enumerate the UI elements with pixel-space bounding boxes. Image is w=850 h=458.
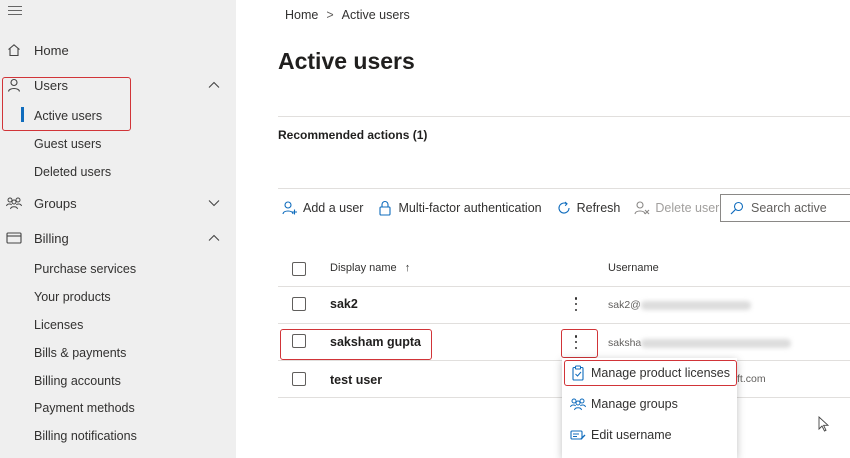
chevron-up-icon[interactable] [207,231,221,245]
chevron-down-icon[interactable] [207,196,221,210]
add-person-icon [282,200,298,216]
column-display-name-label: Display name [330,262,397,274]
column-username[interactable]: Username [608,262,659,274]
sidebar: Home Users Active users Guest users Dele… [0,0,236,458]
lock-icon [377,200,393,216]
home-icon [6,42,22,58]
highlight-box-users [2,77,131,131]
sidebar-item-groups[interactable]: Groups [0,189,236,217]
table-row-name[interactable]: test user [330,373,382,387]
page-title: Active users [278,48,415,74]
divider [278,116,850,117]
redacted-text [640,300,751,310]
sidebar-item-guest-users[interactable]: Guest users [34,134,101,154]
column-display-name[interactable]: Display name ↑ [330,262,410,274]
table-row-username: saksha [608,337,792,349]
sidebar-item-purchase-services[interactable]: Purchase services [34,259,136,279]
more-options-icon[interactable] [572,296,580,312]
chevron-up-icon[interactable] [207,78,221,92]
breadcrumb-home[interactable]: Home [285,8,318,22]
groups-icon [570,396,586,412]
sort-arrow-icon: ↑ [404,262,411,274]
table-row-username: ft.com [737,373,766,385]
search-icon [729,200,745,216]
mfa-button[interactable]: Multi-factor authentication [377,200,542,216]
breadcrumb-separator: > [326,8,334,22]
divider [278,286,850,287]
menu-item-manage-groups[interactable]: Manage groups [562,389,737,419]
sidebar-item-billing[interactable]: Billing [0,224,236,252]
row-checkbox[interactable] [292,372,306,386]
table-row-username: sak2@ [608,299,751,311]
search-placeholder: Search active [751,201,827,215]
table-row-name[interactable]: sak2 [330,297,358,311]
delete-person-icon [634,200,650,216]
menu-item-edit-username[interactable]: Edit username [562,420,737,450]
sidebar-item-label: Billing [34,230,69,246]
add-user-button[interactable]: Add a user [282,200,363,216]
sidebar-item-home[interactable]: Home [0,36,236,64]
sidebar-item-payment-methods[interactable]: Payment methods [34,398,135,418]
divider [278,323,850,324]
sidebar-item-bills-payments[interactable]: Bills & payments [34,343,126,363]
sidebar-item-billing-accounts[interactable]: Billing accounts [34,371,121,391]
menu-item-label: Edit username [591,428,672,442]
sidebar-item-billing-notifications[interactable]: Billing notifications [34,426,137,446]
add-user-label: Add a user [303,201,364,215]
divider [278,188,850,189]
highlight-box-user-row [280,329,432,360]
recommended-actions[interactable]: Recommended actions (1) [278,128,427,142]
select-all-checkbox[interactable] [292,262,306,276]
sidebar-item-label: Groups [34,195,77,211]
breadcrumb-current: Active users [341,8,410,22]
toolbar: Add a user Multi-factor authentication R… [282,196,733,220]
refresh-button[interactable]: Refresh [556,200,621,216]
id-card-icon [570,427,586,443]
credit-card-icon [6,230,22,246]
highlight-box-kebab [561,329,598,358]
breadcrumb: Home > Active users [285,8,410,22]
redacted-text [641,338,792,348]
search-input[interactable]: Search active [720,194,850,222]
highlight-box-manage-licenses [564,360,737,386]
mouse-cursor-icon [818,415,830,432]
sidebar-item-your-products[interactable]: Your products [34,287,111,307]
row-checkbox[interactable] [292,297,306,311]
refresh-label: Refresh [576,201,621,215]
menu-item-label: Manage groups [591,397,678,411]
delete-user-label: Delete user [655,201,720,215]
username-visible: sak2@ [608,299,641,311]
mfa-label: Multi-factor authentication [398,201,542,215]
hamburger-menu-icon[interactable] [8,6,22,20]
delete-user-button[interactable]: Delete user [634,200,719,216]
groups-icon [6,195,22,211]
refresh-icon [556,200,572,216]
main-content: Home > Active users Active users Recommend… [236,0,850,458]
sidebar-item-licenses[interactable]: Licenses [34,315,83,335]
sidebar-item-deleted-users[interactable]: Deleted users [34,162,111,182]
username-visible: saksha [608,337,642,349]
sidebar-item-label: Home [34,42,69,58]
